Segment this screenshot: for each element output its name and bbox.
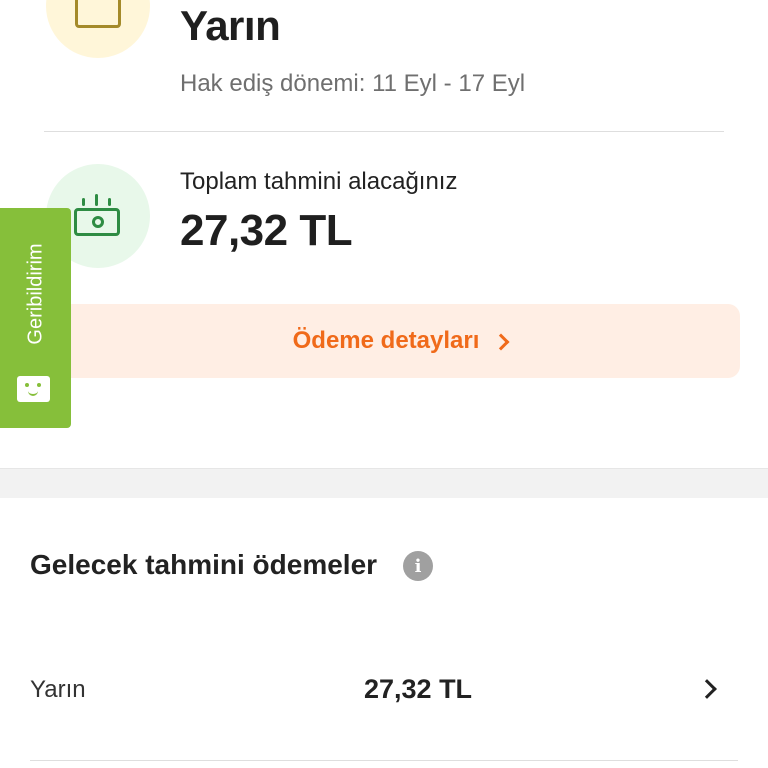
payment-details-label: Ödeme detayları: [292, 327, 480, 354]
total-estimated-label: Toplam tahmini alacağınız: [180, 168, 458, 195]
info-icon[interactable]: i: [403, 551, 433, 581]
payment-details-button[interactable]: Ödeme detayları: [60, 304, 740, 378]
section-separator: [0, 468, 768, 498]
smiley-chat-icon: [17, 376, 50, 402]
banknote-icon: [74, 208, 120, 236]
divider: [30, 760, 738, 761]
feedback-tab[interactable]: Geribildirim: [0, 208, 71, 428]
calendar-icon-badge: [46, 0, 150, 58]
feedback-label: Geribildirim: [24, 243, 46, 345]
money-rays: [80, 194, 114, 206]
future-payment-row[interactable]: Yarın 27,32 TL: [0, 650, 768, 730]
payment-day-title: Yarın: [180, 2, 281, 49]
payment-summary-card: Yarın Hak ediş dönemi: 11 Eyl - 17 Eyl T…: [0, 0, 768, 468]
future-payment-date: Yarın: [30, 676, 86, 703]
future-payments-title: Gelecek tahmini ödemeler: [30, 549, 378, 580]
total-estimated-value: 27,32 TL: [180, 206, 353, 255]
future-payment-amount: 27,32 TL: [364, 674, 473, 704]
chevron-right-icon: [492, 333, 510, 350]
divider: [44, 131, 724, 132]
accrual-period: Hak ediş dönemi: 11 Eyl - 17 Eyl: [180, 70, 526, 97]
calendar-icon: [75, 0, 121, 28]
chevron-right-icon: [697, 679, 717, 699]
